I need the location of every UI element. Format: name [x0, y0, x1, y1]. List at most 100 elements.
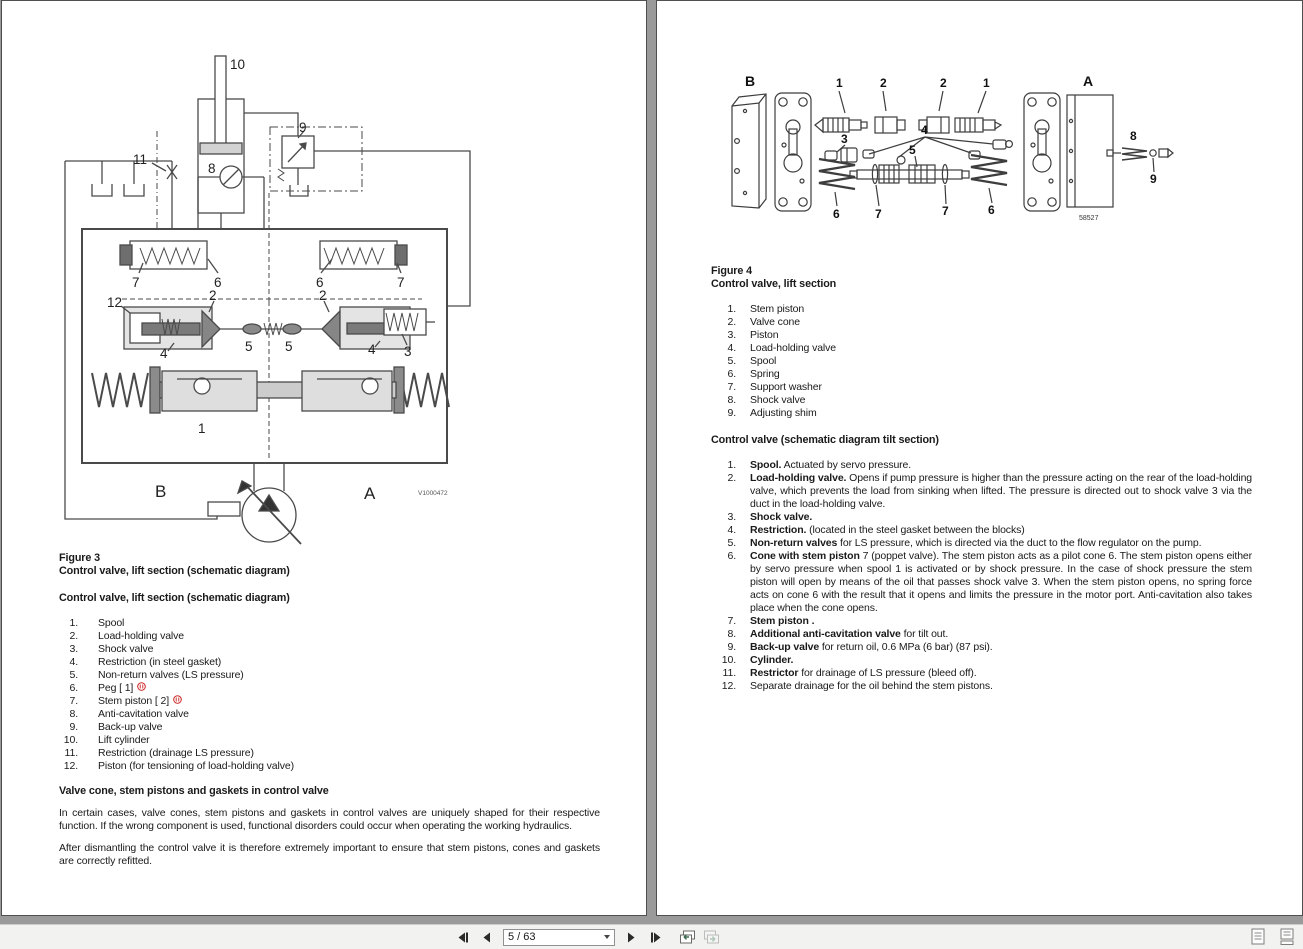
- list-item: 12.Piston (for tensioning of load-holdin…: [59, 760, 600, 773]
- diagram-label: 6: [988, 203, 995, 217]
- list-item: 8.Shock valve: [711, 394, 1252, 407]
- body-paragraph: After dismantling the control valve it i…: [59, 842, 600, 868]
- list-item: 6.Peg [ 1]: [59, 682, 600, 695]
- diagram-label: 4: [368, 342, 376, 357]
- diagram-label: 1: [198, 421, 206, 436]
- diagram-label: 8: [208, 161, 216, 176]
- left-page-text: Figure 3 Control valve, lift section (sc…: [59, 552, 600, 868]
- figure-caption: Control valve, lift section (schematic d…: [59, 565, 600, 578]
- list-item: 9.Back-up valve: [59, 721, 600, 734]
- list-item: 7.Stem piston [ 2]: [59, 695, 600, 708]
- info-link-icon[interactable]: [173, 695, 182, 708]
- list-item: 5.Non-return valves (LS pressure): [59, 669, 600, 682]
- diagram-label: 7: [132, 275, 140, 290]
- page-number-combobox[interactable]: 5 / 63: [503, 929, 615, 946]
- list-item: 7.Stem piston .: [711, 615, 1252, 628]
- diagram-label-B: B: [155, 482, 166, 501]
- figure3-schematic-diagram: 10 9 11 8 7 6 6 7 12 2 2 5 5 4 4 3 1 B A…: [2, 1, 648, 549]
- list-item: 1.Stem piston: [711, 303, 1252, 316]
- diagram-label: 7: [942, 204, 949, 218]
- figure-label: Figure 3: [59, 552, 600, 565]
- previous-view-button[interactable]: [678, 929, 696, 945]
- diagram-label: 5: [245, 339, 253, 354]
- diagram-label: 2: [319, 288, 327, 303]
- list-item: 4.Restriction (in steel gasket): [59, 656, 600, 669]
- body-paragraph: In certain cases, valve cones, stem pist…: [59, 807, 600, 833]
- list-item: 5.Non-return valves for LS pressure, whi…: [711, 537, 1252, 550]
- list-item: 10.Cylinder.: [711, 654, 1252, 667]
- diagram-label: 2: [940, 76, 947, 90]
- list-item: 1.Spool. Actuated by servo pressure.: [711, 459, 1252, 472]
- diagram-label: 12: [107, 295, 122, 310]
- diagram-label: 8: [1130, 129, 1137, 143]
- diagram-label-A: A: [364, 484, 376, 503]
- list-item: 11.Restrictor for drainage of LS pressur…: [711, 667, 1252, 680]
- diagram-label: 4: [921, 123, 928, 137]
- diagram-label: 2: [209, 288, 217, 303]
- diagram-label: 3: [841, 132, 848, 146]
- scrolling-view-button[interactable]: [1278, 928, 1296, 944]
- list-item: 6.Spring: [711, 368, 1252, 381]
- diagram-label: 2: [880, 76, 887, 90]
- diagram-label: 9: [1150, 172, 1157, 186]
- section-heading: Control valve (schematic diagram tilt se…: [711, 434, 1252, 447]
- list-item: 12.Separate drainage for the oil behind …: [711, 680, 1252, 693]
- list-item: 10.Lift cylinder: [59, 734, 600, 747]
- section-heading: Control valve, lift section (schematic d…: [59, 592, 600, 605]
- figure-label: Figure 4: [711, 265, 1252, 278]
- list-item: 4.Load-holding valve: [711, 342, 1252, 355]
- single-page-view-button[interactable]: [1249, 928, 1267, 944]
- diagram-label: 7: [875, 207, 882, 221]
- subsection-heading: Valve cone, stem pistons and gaskets in …: [59, 785, 600, 798]
- diagram-label-A: A: [1083, 73, 1093, 89]
- chevron-down-icon[interactable]: [604, 935, 610, 939]
- document-page-left: 10 9 11 8 7 6 6 7 12 2 2 5 5 4 4 3 1 B A…: [1, 0, 647, 916]
- diagram-label: 4: [160, 346, 168, 361]
- diagram-label: 7: [397, 275, 405, 290]
- list-item: 3.Piston: [711, 329, 1252, 342]
- list-item: 8.Anti-cavitation valve: [59, 708, 600, 721]
- list-item: 8.Additional anti-cavitation valve for t…: [711, 628, 1252, 641]
- list-item: 4.Restriction. (located in the steel gas…: [711, 524, 1252, 537]
- diagram-label: 6: [833, 207, 840, 221]
- list-item: 6.Cone with stem piston 7 (poppet valve)…: [711, 550, 1252, 615]
- list-item: 2.Load-holding valve. Opens if pump pres…: [711, 472, 1252, 511]
- drawing-number: 58527: [1079, 215, 1099, 222]
- next-view-button[interactable]: [703, 929, 721, 945]
- pdf-navigation-toolbar: 5 / 63: [0, 924, 1303, 949]
- diagram-label: 5: [909, 143, 916, 157]
- diagram-label: 1: [983, 76, 990, 90]
- diagram-label-B: B: [745, 73, 755, 89]
- list-item: 3.Shock valve.: [711, 511, 1252, 524]
- previous-page-button[interactable]: [478, 929, 496, 945]
- detail-list: 1.Spool. Actuated by servo pressure. 2.L…: [711, 459, 1252, 693]
- document-page-right: B 1 2 2 1 3 4 5 6 7 7 6 A 8 9 58527 Figu…: [656, 0, 1303, 916]
- page-layout-controls: [1249, 928, 1296, 944]
- right-page-text: Figure 4 Control valve, lift section 1.S…: [711, 265, 1252, 693]
- info-link-icon[interactable]: [137, 682, 146, 695]
- figure4-exploded-diagram: B 1 2 2 1 3 4 5 6 7 7 6 A 8 9 58527: [687, 41, 1202, 241]
- list-item: 1.Spool: [59, 617, 600, 630]
- list-item: 9.Adjusting shim: [711, 407, 1252, 420]
- next-page-button[interactable]: [622, 929, 640, 945]
- page-indicator: 5 / 63: [508, 931, 536, 943]
- diagram-label: 5: [285, 339, 293, 354]
- list-item: 3.Shock valve: [59, 643, 600, 656]
- list-item: 2.Load-holding valve: [59, 630, 600, 643]
- drawing-number-watermark: V1000472: [418, 490, 448, 497]
- parts-list: 1.Stem piston 2.Valve cone 3.Piston 4.Lo…: [711, 303, 1252, 420]
- list-item: 2.Valve cone: [711, 316, 1252, 329]
- diagram-label: 10: [230, 57, 245, 72]
- first-page-button[interactable]: [453, 929, 471, 945]
- figure-caption: Control valve, lift section: [711, 278, 1252, 291]
- last-page-button[interactable]: [647, 929, 665, 945]
- parts-list: 1.Spool 2.Load-holding valve 3.Shock val…: [59, 617, 600, 773]
- list-item: 11.Restriction (drainage LS pressure): [59, 747, 600, 760]
- list-item: 7.Support washer: [711, 381, 1252, 394]
- diagram-label: 11: [133, 152, 147, 167]
- list-item: 9.Back-up valve for return oil, 0.6 MPa …: [711, 641, 1252, 654]
- page-nav-controls: 5 / 63: [453, 925, 721, 949]
- diagram-label: 3: [404, 344, 412, 359]
- diagram-label: 9: [299, 120, 307, 135]
- pdf-viewer: 10 9 11 8 7 6 6 7 12 2 2 5 5 4 4 3 1 B A…: [0, 0, 1303, 949]
